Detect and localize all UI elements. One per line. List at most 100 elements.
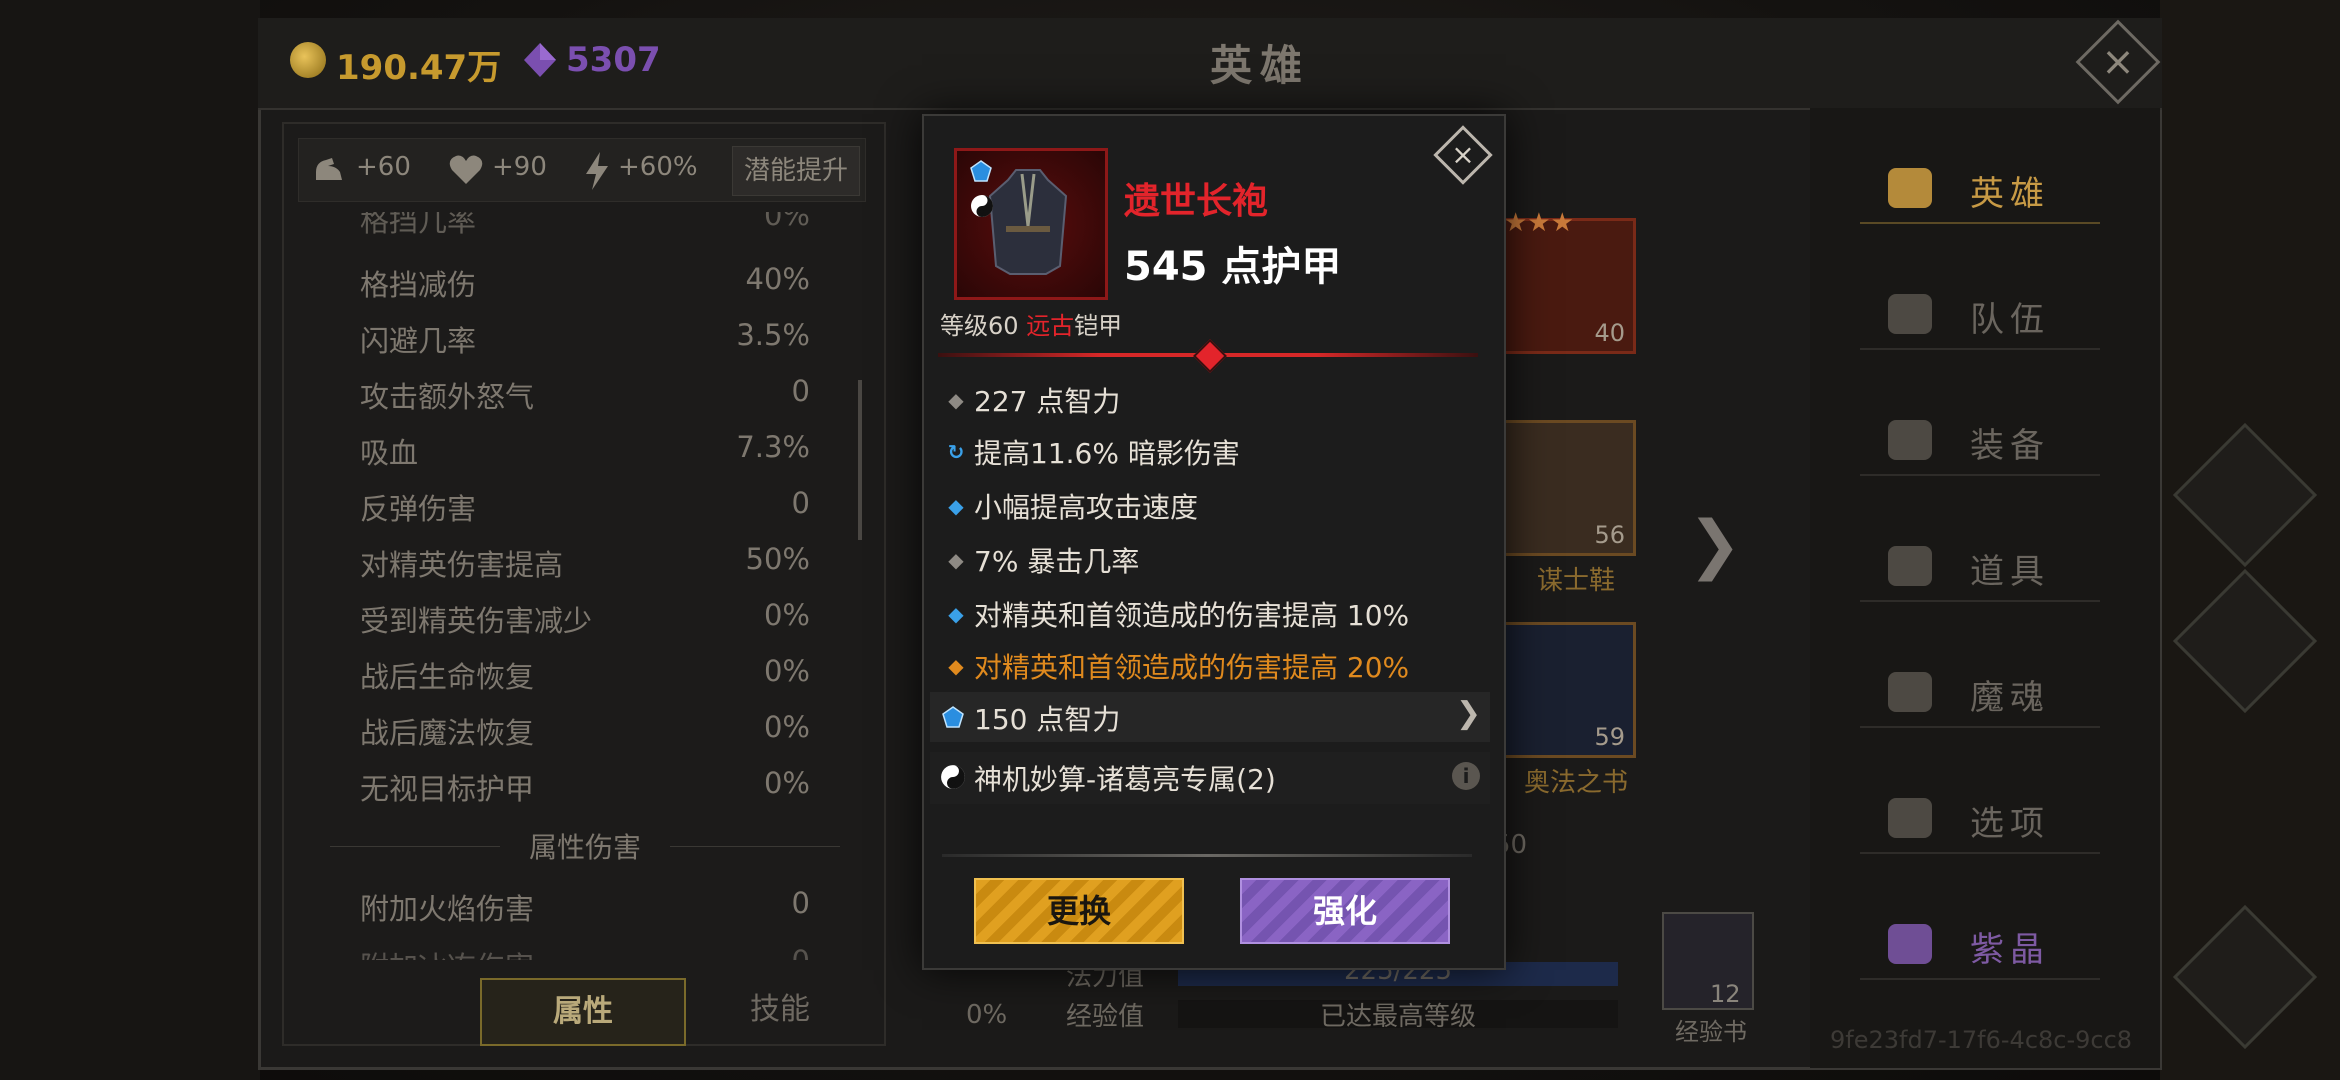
potential-upgrade-button[interactable]: 潜能提升 [732, 146, 860, 196]
diamond-bullet-icon: ◆ [948, 388, 964, 412]
socket-text: 150 点智力 [974, 703, 1121, 736]
nav-crystal[interactable]: 紫晶 [1860, 908, 2100, 980]
affix-text: 对精英和首领造成的伤害提高 10% [974, 599, 1410, 632]
book-level: 59 [1594, 723, 1625, 751]
item-type: 铠甲 [1074, 312, 1123, 340]
nav-options[interactable]: 选项 [1860, 782, 2100, 854]
stat-row: 战后生命恢复 0% [360, 654, 810, 694]
hero-portrait[interactable]: 40 [1500, 218, 1636, 354]
energy-buff: +60% [618, 152, 698, 182]
yin-yang-icon [941, 765, 965, 789]
hero-stars: ★★★ [1504, 208, 1574, 238]
boots-label: 谋士鞋 [1536, 566, 1615, 596]
stat-value: 40% [745, 262, 810, 296]
info-icon[interactable]: i [1452, 762, 1480, 790]
tab-skills[interactable]: 技能 [720, 978, 840, 1042]
stat-value: 0% [763, 598, 810, 632]
stat-value: 0 [792, 944, 810, 960]
nav-equipment[interactable]: 装备 [1860, 404, 2100, 476]
nav-soul[interactable]: 魔魂 [1860, 656, 2100, 728]
stat-label: 战后生命恢复 [360, 660, 535, 694]
hero-level: 40 [1594, 319, 1625, 347]
exp-label: 经验值 [1066, 1002, 1145, 1032]
close-icon: × [1451, 138, 1475, 171]
item-affix: ◆ 227 点智力 [946, 380, 1486, 424]
item-name: 遗世长袍 [1124, 181, 1269, 222]
boots-slot[interactable]: 56 [1500, 420, 1636, 556]
stat-row: 吸血 7.3% [360, 430, 810, 470]
strength-buff: +60 [356, 152, 411, 182]
next-arrow-icon[interactable]: ❯ [1688, 508, 1742, 582]
stat-label: 受到精英伤害减少 [360, 604, 593, 638]
enhance-button[interactable]: 强化 [1240, 878, 1450, 944]
stat-label: 反弹伤害 [360, 492, 477, 526]
stat-row: 攻击额外怒气 0 [360, 374, 810, 414]
stat-value: 0 [791, 886, 810, 920]
nav-label: 队伍 [1970, 300, 2050, 340]
page-title: 英雄 [1209, 41, 1310, 90]
stat-row: 反弹伤害 0 [360, 486, 810, 526]
item-affix: ↻ 提高11.6% 暗影伤害 [946, 432, 1486, 476]
gear-icon [1888, 798, 1932, 838]
stat-label: 格挡减伤 [360, 268, 477, 302]
affix-text: 227 点智力 [974, 385, 1121, 418]
gold-coin-icon [290, 42, 326, 78]
yin-yang-icon [971, 195, 993, 217]
stat-row: 附加冰冻伤害 0 [360, 944, 810, 960]
nav-label: 选项 [1970, 804, 2050, 844]
stat-row: 格挡几率 0% [360, 212, 810, 238]
stat-value: 3.5% [736, 318, 810, 352]
exp-book-count: 12 [1710, 980, 1741, 1008]
stat-label: 攻击额外怒气 [360, 380, 535, 414]
swap-button[interactable]: 更换 [974, 878, 1184, 944]
hero-percent: 0% [966, 1000, 1008, 1030]
section-heading: 属性伤害 [330, 826, 840, 866]
stat-label: 无视目标护甲 [360, 772, 535, 806]
diamond-bullet-icon: ◆ [948, 602, 964, 626]
item-rarity: 远古 [1026, 312, 1075, 340]
nav-items[interactable]: 道具 [1860, 530, 2100, 602]
bag-icon [1888, 546, 1932, 586]
flag-icon [1888, 294, 1932, 334]
stat-row: 受到精英伤害减少 0% [360, 598, 810, 638]
stat-value: 0% [763, 654, 810, 688]
item-affix-legendary: ◆ 对精英和首领造成的伤害提高 20% [946, 646, 1486, 690]
boots-level: 56 [1594, 521, 1625, 549]
stat-row: 闪避几率 3.5% [360, 318, 810, 358]
item-affix: ◆ 7% 暴击几率 [946, 540, 1486, 584]
tab-attributes[interactable]: 属性 [480, 978, 686, 1046]
helmet-icon [1888, 420, 1932, 460]
crystal-icon [1888, 924, 1932, 964]
stat-value: 0% [763, 212, 810, 232]
stats-scrollbar[interactable] [858, 380, 862, 540]
socket-gem-icon [970, 160, 992, 182]
diamond-bullet-icon: ◆ [948, 654, 964, 678]
gold-amount: 190.47万 [336, 48, 502, 88]
robe-icon [988, 169, 1068, 275]
set-bonus-text: 神机妙算-诸葛亮专属(2) [974, 763, 1276, 796]
nav-hero[interactable]: 英雄 [1860, 152, 2100, 224]
stat-label: 附加火焰伤害 [360, 892, 535, 926]
stat-row: 格挡减伤 40% [360, 262, 810, 302]
divider [942, 854, 1472, 857]
stat-label: 对精英伤害提高 [360, 548, 564, 582]
hero-icon [1888, 168, 1932, 208]
stat-label: 格挡几率 [360, 212, 477, 238]
energy-lightning-icon [586, 152, 608, 190]
nav-team[interactable]: 队伍 [1860, 278, 2100, 350]
item-armor-value: 545 点护甲 [1124, 244, 1342, 290]
stat-label: 战后魔法恢复 [360, 716, 535, 750]
affix-text: 对精英和首领造成的伤害提高 20% [974, 651, 1410, 684]
diamond-bullet-icon: ◆ [948, 494, 964, 518]
item-affix: ◆ 小幅提高攻击速度 [946, 486, 1486, 530]
stat-value: 0 [791, 374, 810, 408]
book-slot[interactable]: 59 [1500, 622, 1636, 758]
item-affix: ◆ 对精英和首领造成的伤害提高 10% [946, 594, 1486, 638]
refresh-bullet-icon: ↻ [947, 440, 965, 464]
close-icon: × [2101, 39, 2135, 85]
world-left-edge [0, 0, 260, 1080]
chevron-right-icon[interactable]: ❯ [1456, 696, 1481, 731]
diamond-bullet-icon: ◆ [948, 548, 964, 572]
purple-crystal-icon [524, 43, 556, 77]
stat-row: 对精英伤害提高 50% [360, 542, 810, 582]
